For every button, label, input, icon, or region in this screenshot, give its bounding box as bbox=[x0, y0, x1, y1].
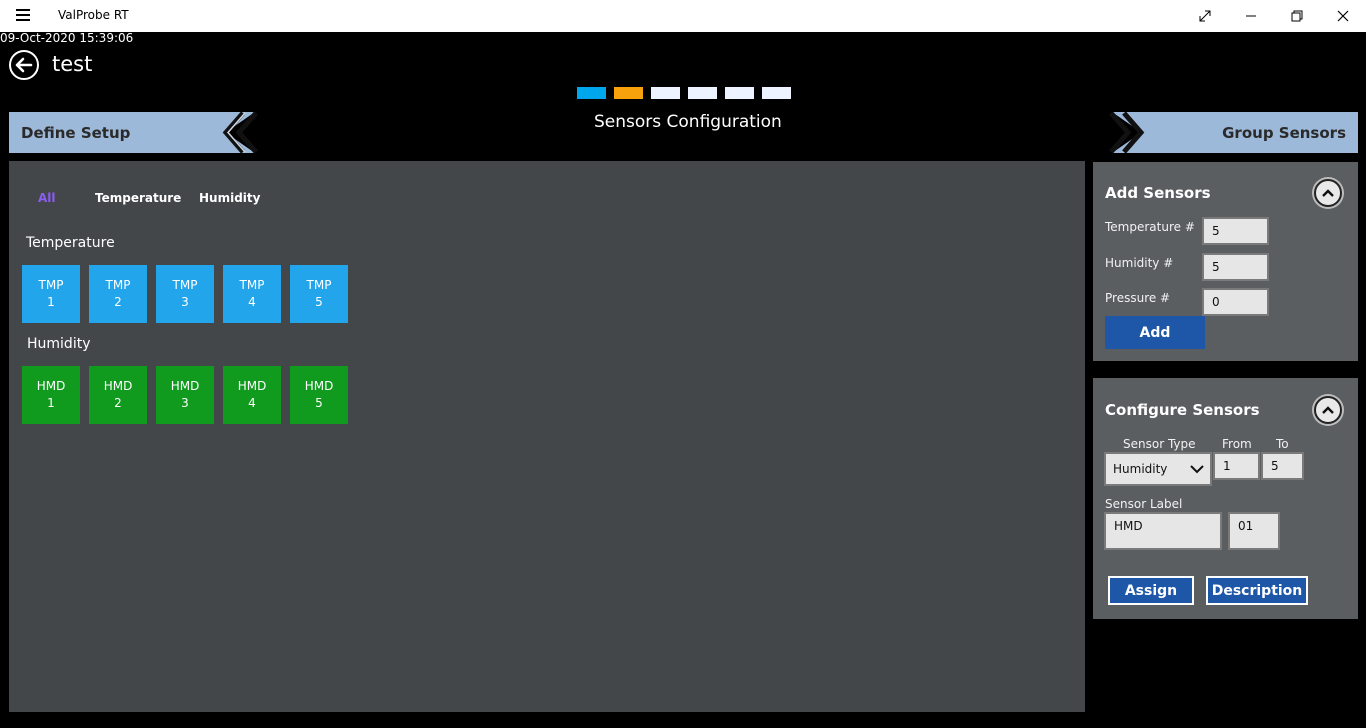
hamburger-menu-icon[interactable] bbox=[16, 9, 30, 21]
step-1 bbox=[577, 87, 606, 99]
page-title: test bbox=[52, 52, 93, 76]
sensor-tile[interactable]: HMD 5 bbox=[290, 366, 348, 424]
sensor-type-select[interactable]: Humidity bbox=[1104, 452, 1212, 486]
minimize-icon bbox=[1246, 15, 1256, 17]
step-6 bbox=[762, 87, 791, 99]
sensor-type: HMD bbox=[36, 379, 66, 393]
sensor-number: 2 bbox=[114, 396, 122, 410]
restore-icon bbox=[1291, 10, 1303, 22]
filter-all-tab[interactable]: All bbox=[38, 191, 56, 205]
close-icon bbox=[1337, 10, 1349, 22]
step-indicator bbox=[577, 87, 791, 99]
sensor-type: HMD bbox=[103, 379, 133, 393]
expand-icon bbox=[1199, 10, 1211, 22]
sensor-type: TMP bbox=[239, 278, 265, 292]
label-prefix-input[interactable]: HMD bbox=[1104, 512, 1222, 550]
sensor-number: 5 bbox=[315, 396, 323, 410]
sensor-number: 2 bbox=[114, 295, 122, 309]
sensor-type-value: Humidity bbox=[1113, 462, 1168, 476]
pressure-count-label: Pressure # bbox=[1105, 291, 1171, 305]
add-sensors-title: Add Sensors bbox=[1105, 184, 1211, 202]
humidity-count-label: Humidity # bbox=[1105, 256, 1174, 270]
description-button[interactable]: Description bbox=[1206, 576, 1308, 605]
sensor-label-label: Sensor Label bbox=[1105, 497, 1183, 511]
sensor-type: HMD bbox=[170, 379, 200, 393]
temperature-section-title: Temperature bbox=[26, 235, 115, 251]
sensor-tile[interactable]: HMD 2 bbox=[89, 366, 147, 424]
sensor-tile[interactable]: TMP 1 bbox=[22, 265, 80, 323]
sensor-number: 1 bbox=[47, 295, 55, 309]
timestamp: 09-Oct-2020 15:39:06 bbox=[0, 31, 134, 45]
label-start-input[interactable]: 01 bbox=[1228, 512, 1280, 550]
step-5 bbox=[725, 87, 754, 99]
humidity-section-title: Humidity bbox=[27, 336, 91, 352]
assign-button[interactable]: Assign bbox=[1108, 576, 1194, 605]
sensor-type: TMP bbox=[38, 278, 64, 292]
pressure-count-input[interactable]: 0 bbox=[1202, 288, 1269, 316]
sensor-type: HMD bbox=[304, 379, 334, 393]
collapse-configure-sensors-button[interactable] bbox=[1314, 396, 1342, 424]
sensor-number: 3 bbox=[181, 295, 189, 309]
sensor-tile[interactable]: TMP 4 bbox=[223, 265, 281, 323]
sensor-tile[interactable]: HMD 4 bbox=[223, 366, 281, 424]
previous-step-button[interactable]: Define Setup bbox=[9, 112, 259, 153]
chevron-up-icon bbox=[1322, 189, 1334, 197]
filter-humidity-tab[interactable]: Humidity bbox=[199, 191, 260, 205]
to-label: To bbox=[1276, 437, 1289, 451]
sensor-type-label: Sensor Type bbox=[1123, 437, 1196, 451]
add-button[interactable]: Add bbox=[1105, 316, 1205, 349]
chevron-down-icon bbox=[1190, 465, 1204, 474]
back-button[interactable] bbox=[9, 50, 39, 80]
sensor-tile[interactable]: TMP 2 bbox=[89, 265, 147, 323]
arrow-left-icon bbox=[15, 57, 33, 73]
close-button[interactable] bbox=[1320, 0, 1366, 32]
title-bar: ValProbe RT bbox=[0, 0, 1366, 32]
chevron-up-icon bbox=[1322, 406, 1334, 414]
step-4 bbox=[688, 87, 717, 99]
sensor-tile[interactable]: TMP 3 bbox=[156, 265, 214, 323]
humidity-count-input[interactable]: 5 bbox=[1202, 253, 1269, 281]
sensor-type: TMP bbox=[172, 278, 198, 292]
temperature-count-label: Temperature # bbox=[1105, 220, 1195, 234]
next-step-label: Group Sensors bbox=[1222, 124, 1346, 142]
sensor-tile[interactable]: HMD 1 bbox=[22, 366, 80, 424]
temperature-count-input[interactable]: 5 bbox=[1202, 217, 1269, 245]
sensor-number: 4 bbox=[248, 295, 256, 309]
previous-step-label: Define Setup bbox=[21, 124, 131, 142]
sensor-number: 3 bbox=[181, 396, 189, 410]
step-2 bbox=[614, 87, 643, 99]
sensor-tile[interactable]: HMD 3 bbox=[156, 366, 214, 424]
restore-button[interactable] bbox=[1274, 0, 1320, 32]
to-input[interactable]: 5 bbox=[1261, 452, 1304, 480]
sensor-number: 5 bbox=[315, 295, 323, 309]
sensor-type: TMP bbox=[306, 278, 332, 292]
next-step-button[interactable]: Group Sensors bbox=[1108, 112, 1358, 153]
fullscreen-button[interactable] bbox=[1182, 0, 1228, 32]
filter-temperature-tab[interactable]: Temperature bbox=[95, 191, 181, 205]
sensor-number: 1 bbox=[47, 396, 55, 410]
sensor-type: TMP bbox=[105, 278, 131, 292]
collapse-add-sensors-button[interactable] bbox=[1314, 179, 1342, 207]
configure-sensors-panel: Configure Sensors Sensor Type From To Hu… bbox=[1093, 378, 1358, 619]
sensor-grid-panel: All Temperature Humidity Temperature TMP… bbox=[9, 161, 1085, 712]
page-heading: Sensors Configuration bbox=[594, 112, 782, 132]
step-3 bbox=[651, 87, 680, 99]
from-input[interactable]: 1 bbox=[1213, 452, 1260, 480]
from-label: From bbox=[1222, 437, 1252, 451]
configure-sensors-title: Configure Sensors bbox=[1105, 401, 1260, 419]
chevron-double-left-icon bbox=[222, 112, 258, 153]
add-sensors-panel: Add Sensors Temperature # 5 Humidity # 5… bbox=[1093, 162, 1358, 361]
minimize-button[interactable] bbox=[1228, 0, 1274, 32]
app-title: ValProbe RT bbox=[58, 8, 129, 22]
chevron-double-right-icon bbox=[1109, 112, 1145, 153]
sensor-number: 4 bbox=[248, 396, 256, 410]
sensor-type: HMD bbox=[237, 379, 267, 393]
sensor-tile[interactable]: TMP 5 bbox=[290, 265, 348, 323]
